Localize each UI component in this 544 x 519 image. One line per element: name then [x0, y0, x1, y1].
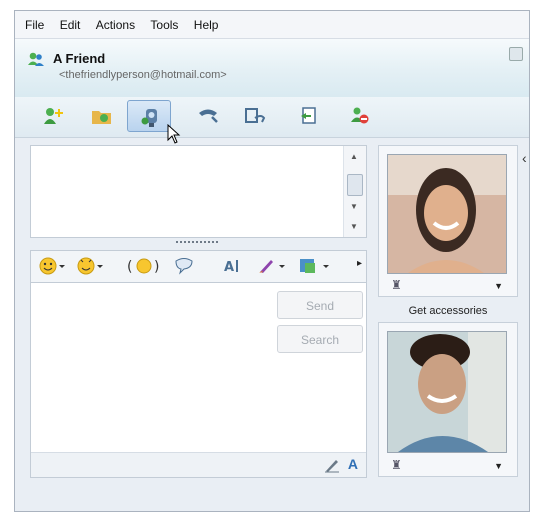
phone-icon [199, 109, 218, 123]
svg-text:(: ( [127, 259, 132, 275]
history-scrollbar[interactable]: ▲ ▼ ▼ [343, 146, 366, 237]
menu-edit[interactable]: Edit [60, 11, 81, 39]
games-button[interactable] [287, 100, 331, 132]
buddy-status-icon [28, 52, 44, 66]
own-display-picture-panel: ♜ ▼ [378, 322, 518, 477]
folder-send-icon [92, 111, 111, 124]
send-button[interactable]: Send [277, 291, 363, 319]
compose-mode-bar: A [31, 452, 366, 477]
picture-menu-icon[interactable]: ▼ [494, 281, 503, 291]
contact-photo [387, 154, 507, 274]
own-photo [387, 331, 507, 453]
call-button[interactable] [185, 100, 229, 132]
block-contact-icon [351, 107, 369, 124]
nudge-icon[interactable]: ( ) [127, 257, 161, 275]
conversation-history[interactable]: ▲ ▼ ▼ [30, 145, 367, 238]
webcam-button[interactable] [127, 100, 171, 132]
menu-file[interactable]: File [25, 11, 44, 39]
pin-icon[interactable] [509, 47, 523, 61]
scroll-thumb[interactable] [347, 174, 363, 196]
emoticon-icon[interactable] [39, 257, 67, 275]
voice-clip-icon[interactable] [174, 257, 194, 275]
share-button[interactable] [233, 100, 277, 132]
more-options-icon[interactable]: ▸ [357, 258, 362, 276]
collapse-panel-icon[interactable]: ‹ [522, 150, 527, 166]
scroll-down-icon[interactable]: ▼ [350, 202, 358, 211]
contact-name: A Friend [53, 51, 106, 66]
get-accessories-link[interactable]: Get accessories [378, 305, 518, 317]
own-webcam-icon[interactable]: ♜ [391, 458, 402, 472]
menu-help[interactable]: Help [194, 11, 219, 39]
action-toolbar [15, 97, 529, 138]
menu-tools[interactable]: Tools [150, 11, 178, 39]
background-brush-icon[interactable] [257, 257, 287, 275]
activities-icon [301, 107, 316, 124]
webcam-status-icon[interactable]: ♜ [391, 278, 402, 292]
pane-splitter[interactable] [176, 241, 218, 245]
send-files-button[interactable] [79, 100, 123, 132]
contact-header: A Friend <thefriendlyperson@hotmail.com> [15, 39, 529, 97]
message-compose-area[interactable]: Send Search A [30, 282, 367, 478]
add-contact-icon [44, 108, 63, 124]
share-window-icon [245, 108, 266, 123]
search-button[interactable]: Search [277, 325, 363, 353]
image-icon[interactable] [299, 257, 331, 275]
svg-text:): ) [154, 259, 159, 275]
scroll-end-icon[interactable]: ▼ [350, 222, 358, 231]
text-mode-icon[interactable]: A [348, 456, 358, 472]
contact-display-picture-panel: ♜ ▼ [378, 145, 518, 297]
own-picture-menu-icon[interactable]: ▼ [494, 461, 503, 471]
svg-text:A: A [224, 260, 234, 275]
scroll-up-icon[interactable]: ▲ [350, 152, 358, 161]
menu-actions[interactable]: Actions [96, 11, 135, 39]
webcam-icon [141, 109, 157, 127]
handwriting-icon[interactable] [324, 457, 340, 473]
mouse-cursor-icon [167, 124, 181, 144]
contact-email: <thefriendlyperson@hotmail.com> [59, 69, 227, 81]
format-toolbar: ( ) A ▸ [30, 250, 367, 282]
block-contact-button[interactable] [337, 100, 381, 132]
menu-bar: File Edit Actions Tools Help [15, 11, 529, 39]
font-icon[interactable]: A [223, 257, 247, 275]
invite-contact-button[interactable] [31, 100, 75, 132]
wink-icon[interactable] [77, 257, 105, 275]
